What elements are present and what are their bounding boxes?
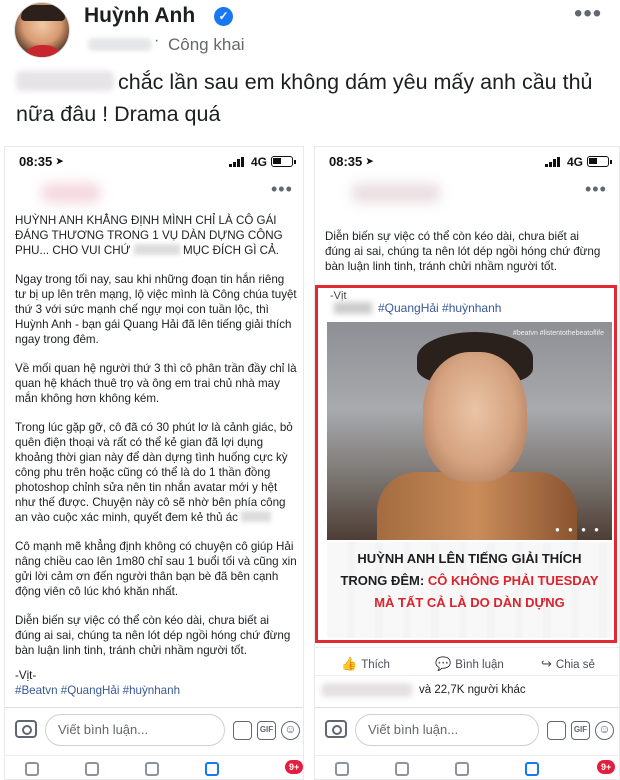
redacted-text	[133, 244, 180, 255]
blurred-page-name	[41, 183, 101, 203]
paragraph-3: Về mối quan hệ người thứ 3 thì cô phân t…	[15, 362, 297, 405]
post-actions: 👍 Thích 💬 Bình luận ↪ Chia sẻ	[315, 647, 619, 675]
watch-tab-icon[interactable]	[455, 762, 469, 776]
article-headline: HUỲNH ANH LÊN TIẾNG GIẢI THÍCH TRONG ĐÊM…	[327, 542, 612, 638]
paragraph-2: Ngay trong tối nay, sau khi những đoạn t…	[15, 273, 297, 346]
left-screenshot: 08:35 ➤ 4G ••• HUỲNH ANH KHẲNG ĐỊNH MÌNH…	[4, 146, 304, 780]
battery-icon	[271, 156, 296, 167]
more-icon[interactable]: •••	[574, 0, 602, 28]
image-icon[interactable]	[233, 721, 252, 740]
comment-icon: 💬	[435, 656, 452, 671]
comment-input[interactable]: Viết bình luận...	[355, 714, 539, 746]
status-bar: 08:35 ➤ 4G	[5, 147, 303, 179]
status-time: 08:35 ➤	[329, 154, 374, 169]
card-author: -Vịt	[330, 290, 347, 302]
like-icon: 👍	[341, 656, 358, 671]
article-photo: #beatvn #listentothebeatoflife ● ● ● ●	[327, 322, 612, 540]
status-time: 08:35 ➤	[19, 154, 64, 169]
intro-text: Diễn biến sự việc có thể còn kéo dài, ch…	[325, 230, 601, 273]
notifications-tab-icon[interactable]	[205, 762, 219, 776]
comment-label: Bình luận	[455, 659, 504, 671]
share-icon: ↪	[541, 656, 552, 671]
card-hashtags[interactable]: #QuangHải #huỳnhanh	[378, 301, 501, 315]
author-name[interactable]: Huỳnh Anh	[84, 4, 195, 28]
blurred-timestamp	[88, 38, 152, 51]
verified-icon: ✓	[214, 7, 233, 26]
tab-bar: 9+	[315, 755, 619, 779]
blurred-reactors	[321, 683, 413, 697]
smile-icon[interactable]: ☺	[595, 721, 614, 740]
reaction-count: và 22,7K người khác	[419, 684, 526, 696]
blurred-text	[334, 302, 372, 314]
friends-tab-icon[interactable]	[395, 762, 409, 776]
headline-line-1: HUỲNH ANH LÊN TIẾNG GIẢI THÍCH	[357, 551, 582, 566]
comment-bar: Viết bình luận... GIF ☺	[5, 707, 303, 755]
separator-dot: ·	[154, 32, 160, 49]
paragraph-6: Diễn biến sự việc có thể còn kéo dài, ch…	[15, 614, 291, 657]
photo-face	[423, 352, 527, 482]
comment-button[interactable]: 💬 Bình luận	[435, 656, 504, 672]
more-icon[interactable]: •••	[585, 179, 607, 200]
headline-line-2-prefix: TRONG ĐÊM:	[340, 573, 428, 588]
signature: -Vịt-	[15, 669, 37, 682]
headline-line-3: MÀ TẤT CẢ LÀ DO DÀN DỰNG	[374, 595, 565, 610]
like-label: Thích	[361, 659, 390, 671]
network-label: 4G	[566, 155, 583, 169]
comment-bar: Viết bình luận... GIF ☺	[315, 707, 619, 755]
paragraph-1b: MỤC ĐÍCH GÌ CẢ.	[183, 244, 279, 257]
image-icon[interactable]	[547, 721, 566, 740]
share-button[interactable]: ↪ Chia sẻ	[541, 656, 595, 672]
status-bar: 08:35 ➤ 4G	[315, 147, 619, 179]
post-header: Huỳnh Anh ✓ · Công khai •••	[0, 0, 620, 64]
author-avatar[interactable]	[14, 2, 70, 58]
social-icons: ● ● ● ●	[555, 525, 602, 534]
camera-icon[interactable]	[325, 720, 347, 738]
paragraph-4: Trong lúc gặp gỡ, cô đã có 30 phút lơ là…	[15, 421, 293, 524]
photo-jacket	[377, 472, 577, 540]
signal-icon	[545, 157, 561, 167]
battery-icon	[587, 156, 612, 167]
tab-bar: 9+	[5, 755, 303, 779]
privacy-label[interactable]: Công khai	[168, 35, 245, 55]
avatar-shirt	[21, 45, 65, 57]
gif-icon[interactable]: GIF	[571, 721, 590, 740]
post-body: HUỲNH ANH KHẲNG ĐỊNH MÌNH CHỈ LÀ CÔ GÁI …	[15, 213, 297, 698]
network-label: 4G	[250, 155, 267, 169]
gif-icon[interactable]: GIF	[257, 721, 276, 740]
home-tab-icon[interactable]	[335, 762, 349, 776]
headline-line-2-red: CÔ KHÔNG PHẢI TUESDAY	[427, 573, 599, 588]
camera-icon[interactable]	[15, 720, 37, 738]
post-caption: chắc lần sau em không dám yêu mấy anh cầ…	[16, 66, 612, 130]
more-icon[interactable]: •••	[271, 179, 293, 200]
reactions-summary[interactable]: và 22,7K người khác	[315, 675, 619, 703]
redacted-text	[241, 511, 272, 522]
paragraph-5: Cô mạnh mẽ khẳng định không có chuyện cô…	[15, 540, 297, 598]
comment-input[interactable]: Viết bình luận...	[45, 714, 225, 746]
article-card[interactable]: -Vịt #QuangHải #huỳnhanh #beatvn #listen…	[315, 285, 617, 643]
notifications-tab-icon[interactable]	[525, 762, 539, 776]
like-button[interactable]: 👍 Thích	[341, 656, 390, 672]
hashtags[interactable]: #Beatvn #QuangHải #huỳnhanh	[15, 683, 297, 698]
watch-tab-icon[interactable]	[145, 762, 159, 776]
photo-watermark: #beatvn #listentothebeatoflife	[512, 330, 604, 337]
share-label: Chia sẻ	[555, 659, 595, 671]
friends-tab-icon[interactable]	[85, 762, 99, 776]
blurred-mention	[16, 71, 114, 91]
blurred-page-name	[351, 183, 441, 203]
home-tab-icon[interactable]	[25, 762, 39, 776]
smile-icon[interactable]: ☺	[281, 721, 300, 740]
signal-icon	[229, 157, 245, 167]
right-screenshot: 08:35 ➤ 4G ••• Diễn biến sự việc có thể …	[314, 146, 620, 780]
notification-badge: 9+	[285, 760, 303, 774]
notification-badge: 9+	[597, 760, 616, 774]
avatar-hair	[21, 5, 65, 21]
